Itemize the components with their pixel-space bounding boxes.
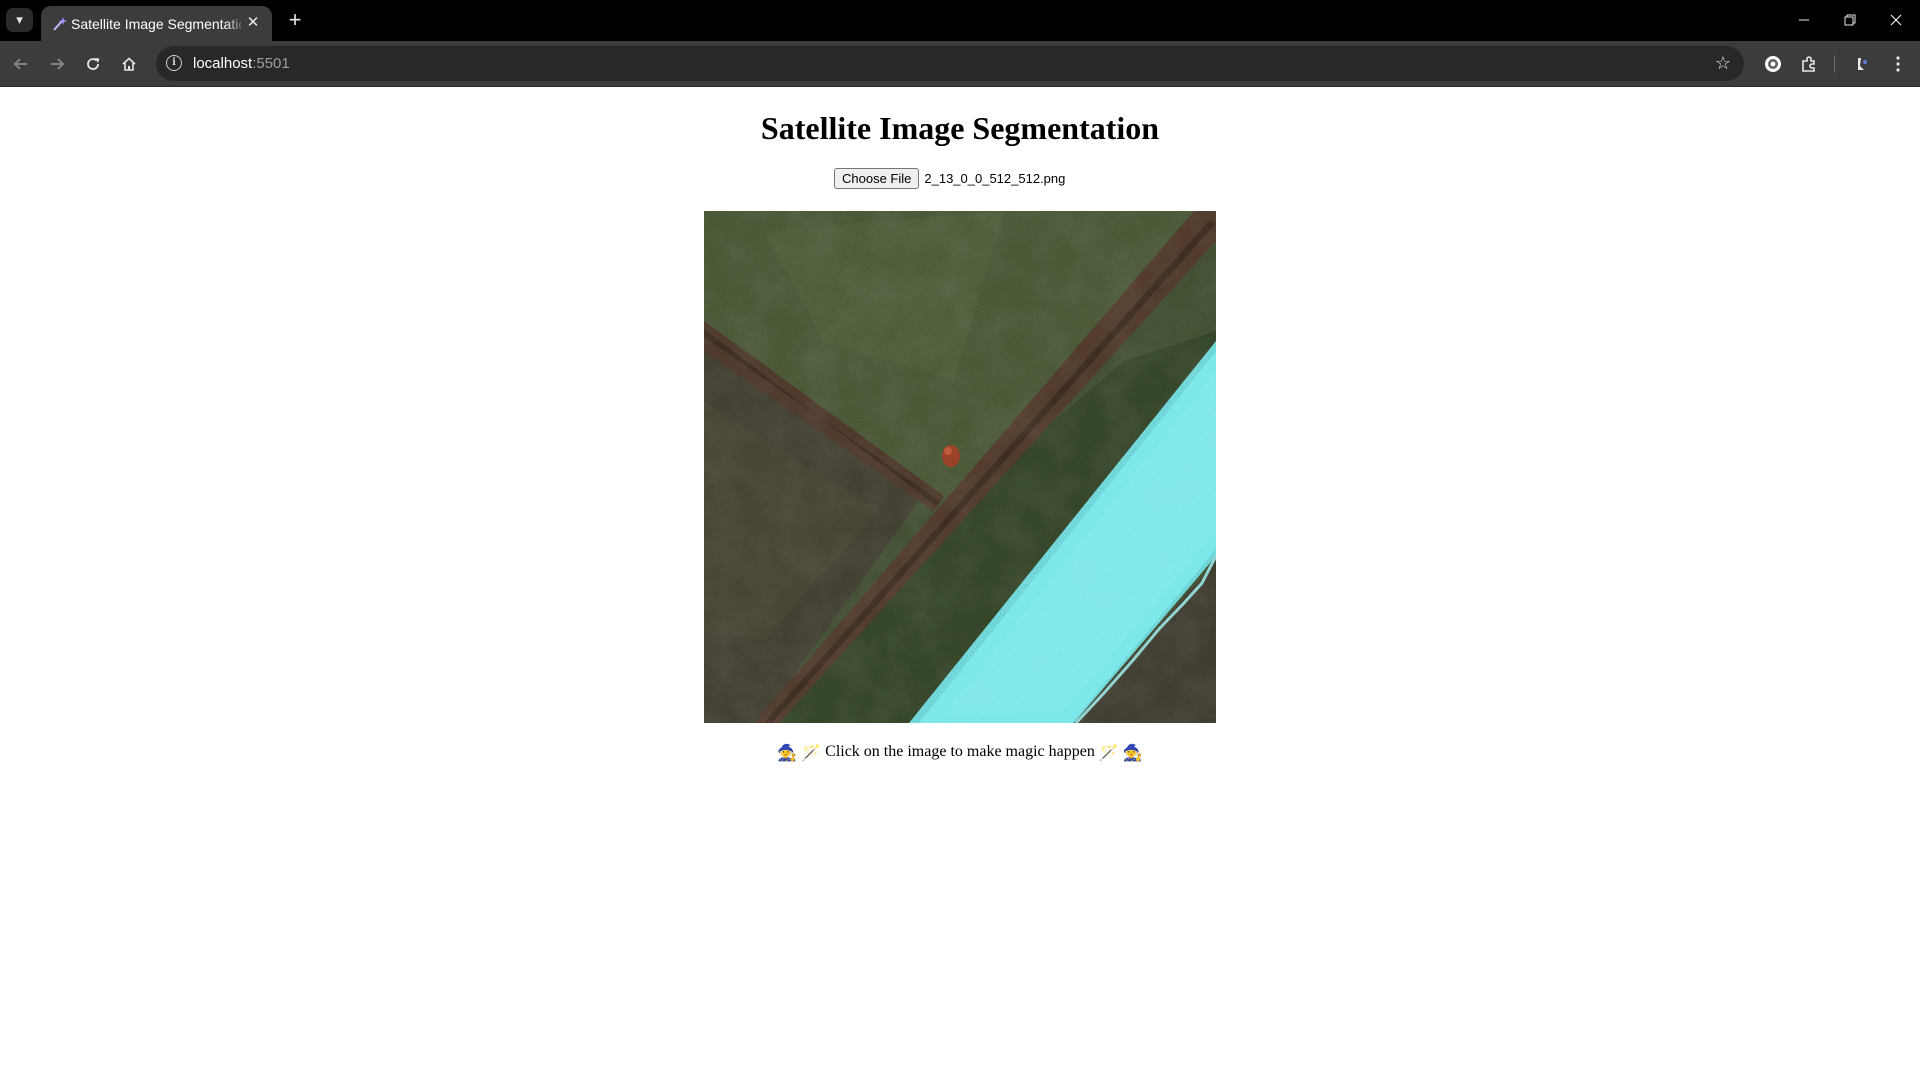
reload-icon[interactable] bbox=[78, 49, 108, 79]
url-port: :5501 bbox=[252, 55, 290, 72]
caption-text: Click on the image to make magic happen bbox=[825, 743, 1095, 760]
instruction-caption: 🧙 🪄 Click on the image to make magic hap… bbox=[0, 740, 1920, 766]
menu-kebab-icon[interactable] bbox=[1882, 48, 1914, 80]
browser-toolbar: i localhost:5501 ☆ bbox=[0, 41, 1920, 87]
url-text: localhost:5501 bbox=[193, 55, 290, 72]
satellite-image[interactable] bbox=[704, 211, 1216, 723]
forward-arrow-icon[interactable] bbox=[42, 49, 72, 79]
profile-avatar[interactable] bbox=[1845, 48, 1877, 80]
magic-wand-icon: 🪄 bbox=[801, 745, 822, 762]
selected-file-name: 2_13_0_0_512_512.png bbox=[924, 170, 1066, 186]
restore-icon[interactable] bbox=[1827, 6, 1873, 34]
mage-icon: 🧙 bbox=[1122, 745, 1143, 762]
tab-close-icon[interactable]: ✕ bbox=[244, 14, 262, 32]
home-icon[interactable] bbox=[114, 49, 144, 79]
site-info-icon[interactable]: i bbox=[166, 55, 182, 71]
new-tab-plus-icon[interactable]: + bbox=[283, 8, 307, 32]
page-title: Satellite Image Segmentation bbox=[760, 110, 1160, 146]
minimize-icon[interactable] bbox=[1781, 6, 1827, 34]
close-window-icon[interactable] bbox=[1873, 6, 1919, 34]
back-arrow-icon[interactable] bbox=[6, 49, 36, 79]
magic-wand-icon: 🪄 bbox=[1098, 745, 1119, 762]
tab-title-fade bbox=[226, 14, 246, 34]
file-input[interactable]: Choose File 2_13_0_0_512_512.png bbox=[834, 167, 1065, 189]
choose-file-button[interactable]: Choose File bbox=[834, 167, 920, 189]
satellite-image-canvas bbox=[704, 211, 1216, 723]
tab-search-chevron-icon[interactable]: ▾ bbox=[6, 8, 33, 32]
toolbar-separator bbox=[1834, 55, 1835, 73]
extensions-puzzle-icon[interactable] bbox=[1793, 48, 1825, 80]
mage-icon: 🧙 bbox=[777, 745, 798, 762]
browser-tab[interactable]: Satellite Image Segmentation ✕ bbox=[41, 6, 272, 41]
tab-title: Satellite Image Segmentation bbox=[71, 16, 241, 32]
browser-tab-strip: ▾ Satellite Image Segmentation ✕ + bbox=[0, 0, 1920, 41]
url-host: localhost bbox=[193, 55, 253, 72]
address-bar[interactable]: i localhost:5501 ☆ bbox=[156, 46, 1744, 81]
magic-wand-favicon-icon bbox=[53, 17, 67, 31]
bookmark-star-icon[interactable]: ☆ bbox=[1712, 52, 1734, 74]
extension-circle-icon[interactable] bbox=[1757, 48, 1789, 80]
